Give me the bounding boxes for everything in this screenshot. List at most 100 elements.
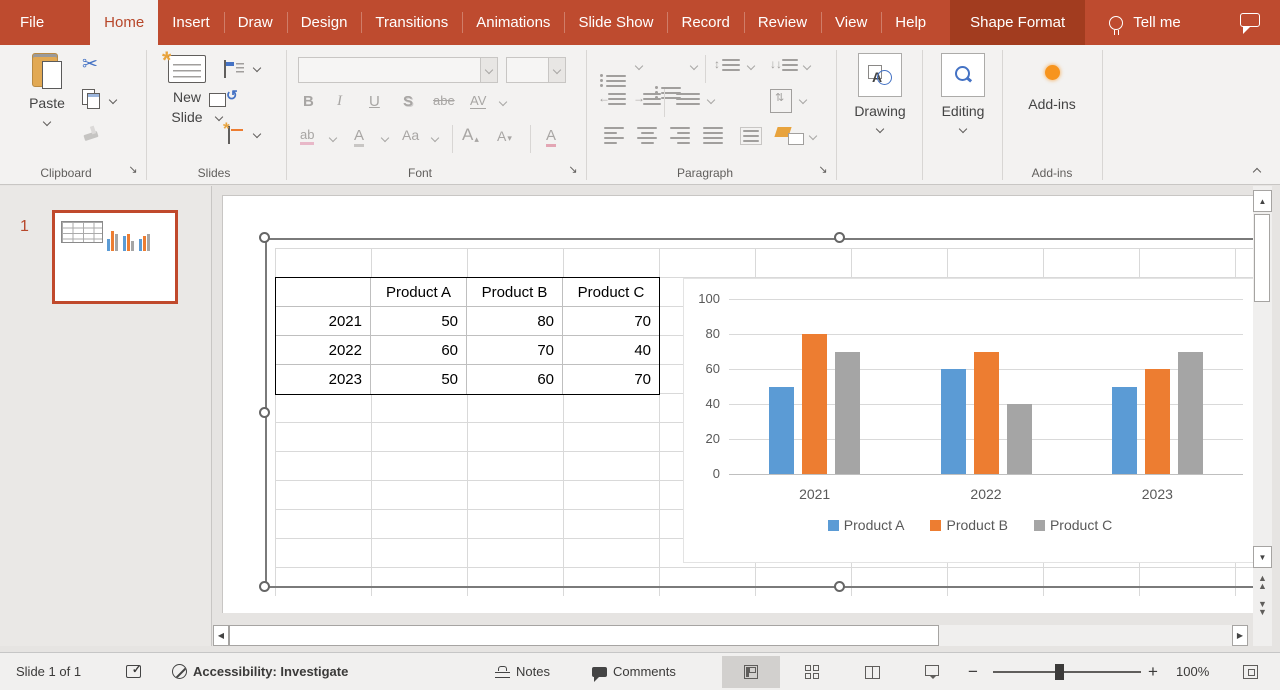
strikethrough-button[interactable]: abe: [433, 93, 455, 108]
change-case-button[interactable]: Aa: [402, 127, 419, 143]
font-color-chevron-icon[interactable]: [381, 134, 389, 142]
text-direction-button[interactable]: [782, 59, 798, 71]
legend-item-product-c[interactable]: Product C: [1034, 517, 1112, 533]
collapse-ribbon-chevron-icon[interactable]: [1253, 168, 1261, 176]
editing-chevron-icon[interactable]: [959, 125, 967, 133]
tab-home[interactable]: Home: [90, 0, 158, 45]
new-slide-button[interactable]: New Slide: [156, 55, 218, 128]
bar-product-b-2022[interactable]: [974, 352, 999, 475]
font-dialog-launcher[interactable]: ↘: [566, 163, 580, 177]
justify-button[interactable]: [703, 127, 723, 144]
bold-button[interactable]: B: [303, 93, 314, 110]
smartart-chevron-icon[interactable]: [809, 132, 817, 140]
notes-button[interactable]: Notes: [495, 653, 550, 690]
slide-layout-button[interactable]: [224, 60, 226, 78]
slide-canvas[interactable]: Product AProduct BProduct C2021508070202…: [222, 195, 1253, 613]
previous-slide-button[interactable]: ▲▲: [1253, 574, 1272, 598]
clear-formatting-button[interactable]: A: [546, 127, 556, 147]
zoom-slider-handle[interactable]: [1055, 664, 1064, 680]
tab-view[interactable]: View: [821, 0, 881, 45]
tell-me-area[interactable]: Tell me: [1109, 0, 1181, 45]
tell-me-label[interactable]: Tell me: [1133, 14, 1181, 31]
tab-review[interactable]: Review: [744, 0, 821, 45]
scroll-right-button[interactable]: ▶: [1232, 625, 1248, 646]
highlight-button[interactable]: ab: [300, 127, 314, 145]
clipboard-dialog-launcher[interactable]: ↘: [126, 163, 140, 177]
tab-record[interactable]: Record: [667, 0, 743, 45]
tab-insert[interactable]: Insert: [158, 0, 224, 45]
tab-slide-show[interactable]: Slide Show: [564, 0, 667, 45]
text-direction-chevron-icon[interactable]: [803, 62, 811, 70]
next-slide-button[interactable]: ▼▼: [1253, 600, 1272, 624]
reading-view-button[interactable]: [850, 656, 894, 688]
vertical-scroll-thumb[interactable]: [1254, 214, 1270, 302]
line-spacing-chevron-icon[interactable]: [747, 62, 755, 70]
underline-button[interactable]: U: [369, 93, 380, 110]
increase-font-size-button[interactable]: A: [462, 125, 479, 145]
numbering-chevron-icon[interactable]: [690, 62, 698, 70]
font-name-chevron-icon[interactable]: [480, 58, 497, 82]
tab-draw[interactable]: Draw: [224, 0, 287, 45]
tab-design[interactable]: Design: [287, 0, 362, 45]
zoom-in-button[interactable]: +: [1148, 653, 1158, 690]
selection-handle-top-center[interactable]: [834, 232, 845, 243]
horizontal-scroll-thumb[interactable]: [229, 625, 939, 646]
paragraph-dialog-launcher[interactable]: ↘: [816, 163, 830, 177]
bar-product-b-2023[interactable]: [1145, 369, 1170, 474]
bar-product-c-2023[interactable]: [1178, 352, 1203, 475]
cut-button[interactable]: ✂: [82, 55, 98, 75]
change-case-chevron-icon[interactable]: [431, 134, 439, 142]
italic-button[interactable]: I: [337, 93, 342, 110]
add-columns-button[interactable]: [676, 93, 700, 105]
font-color-button[interactable]: A: [354, 127, 364, 147]
drawing-button[interactable]: A Drawing: [848, 53, 912, 132]
add-columns-chevron-icon[interactable]: [707, 96, 715, 104]
increase-indent-button[interactable]: [643, 93, 661, 105]
embedded-bar-chart[interactable]: Product AProduct BProduct C 020406080100…: [683, 278, 1257, 563]
worksheet-data-table[interactable]: Product AProduct BProduct C2021508070202…: [275, 277, 660, 395]
align-text-chevron-icon[interactable]: [799, 96, 807, 104]
tab-shape-format[interactable]: Shape Format: [950, 0, 1085, 45]
font-size-chevron-icon[interactable]: [548, 58, 565, 82]
slide-show-button[interactable]: [910, 656, 954, 688]
slide-sorter-button[interactable]: [790, 656, 834, 688]
addins-button[interactable]: Add-ins: [1014, 65, 1090, 114]
text-shadow-button[interactable]: S: [403, 93, 413, 110]
editing-button[interactable]: Editing: [932, 53, 994, 132]
align-right-button[interactable]: [670, 127, 690, 144]
bar-product-a-2022[interactable]: [941, 369, 966, 474]
normal-view-button[interactable]: [722, 656, 780, 688]
selection-handle-bottom-left[interactable]: [259, 581, 270, 592]
bullets-button[interactable]: [606, 75, 626, 87]
align-center-button[interactable]: [637, 127, 657, 144]
paste-button[interactable]: Paste: [16, 53, 78, 125]
font-size-combobox[interactable]: [506, 57, 566, 83]
tab-transitions[interactable]: Transitions: [361, 0, 462, 45]
selection-handle-middle-left[interactable]: [259, 407, 270, 418]
font-name-combobox[interactable]: [298, 57, 498, 83]
fit-to-window-button[interactable]: [1243, 653, 1258, 690]
char-spacing-chevron-icon[interactable]: [499, 98, 507, 106]
bullets-chevron-icon[interactable]: [635, 62, 643, 70]
scroll-left-button[interactable]: ◀: [213, 625, 229, 646]
accessibility-button[interactable]: Accessibility: Investigate: [172, 653, 348, 690]
tab-help[interactable]: Help: [881, 0, 940, 45]
scroll-down-button[interactable]: ▼: [1253, 546, 1272, 568]
line-spacing-button[interactable]: [722, 59, 740, 71]
copy-dropdown-chevron-icon[interactable]: [109, 96, 117, 104]
bar-product-c-2022[interactable]: [1007, 404, 1032, 474]
character-spacing-button[interactable]: AV: [470, 93, 486, 109]
selection-handle-top-left[interactable]: [259, 232, 270, 243]
paste-dropdown-chevron-icon[interactable]: [43, 118, 51, 126]
bar-product-b-2021[interactable]: [802, 334, 827, 474]
comments-bubble-icon[interactable]: [1240, 13, 1260, 27]
legend-item-product-b[interactable]: Product B: [930, 517, 1007, 533]
comments-button[interactable]: Comments: [592, 653, 676, 690]
bar-product-c-2021[interactable]: [835, 352, 860, 475]
align-left-button[interactable]: [604, 127, 624, 144]
drawing-chevron-icon[interactable]: [876, 125, 884, 133]
legend-item-product-a[interactable]: Product A: [828, 517, 905, 533]
selection-handle-bottom-center[interactable]: [834, 581, 845, 592]
spell-check-button[interactable]: [126, 653, 141, 690]
zoom-out-button[interactable]: −: [968, 653, 978, 690]
